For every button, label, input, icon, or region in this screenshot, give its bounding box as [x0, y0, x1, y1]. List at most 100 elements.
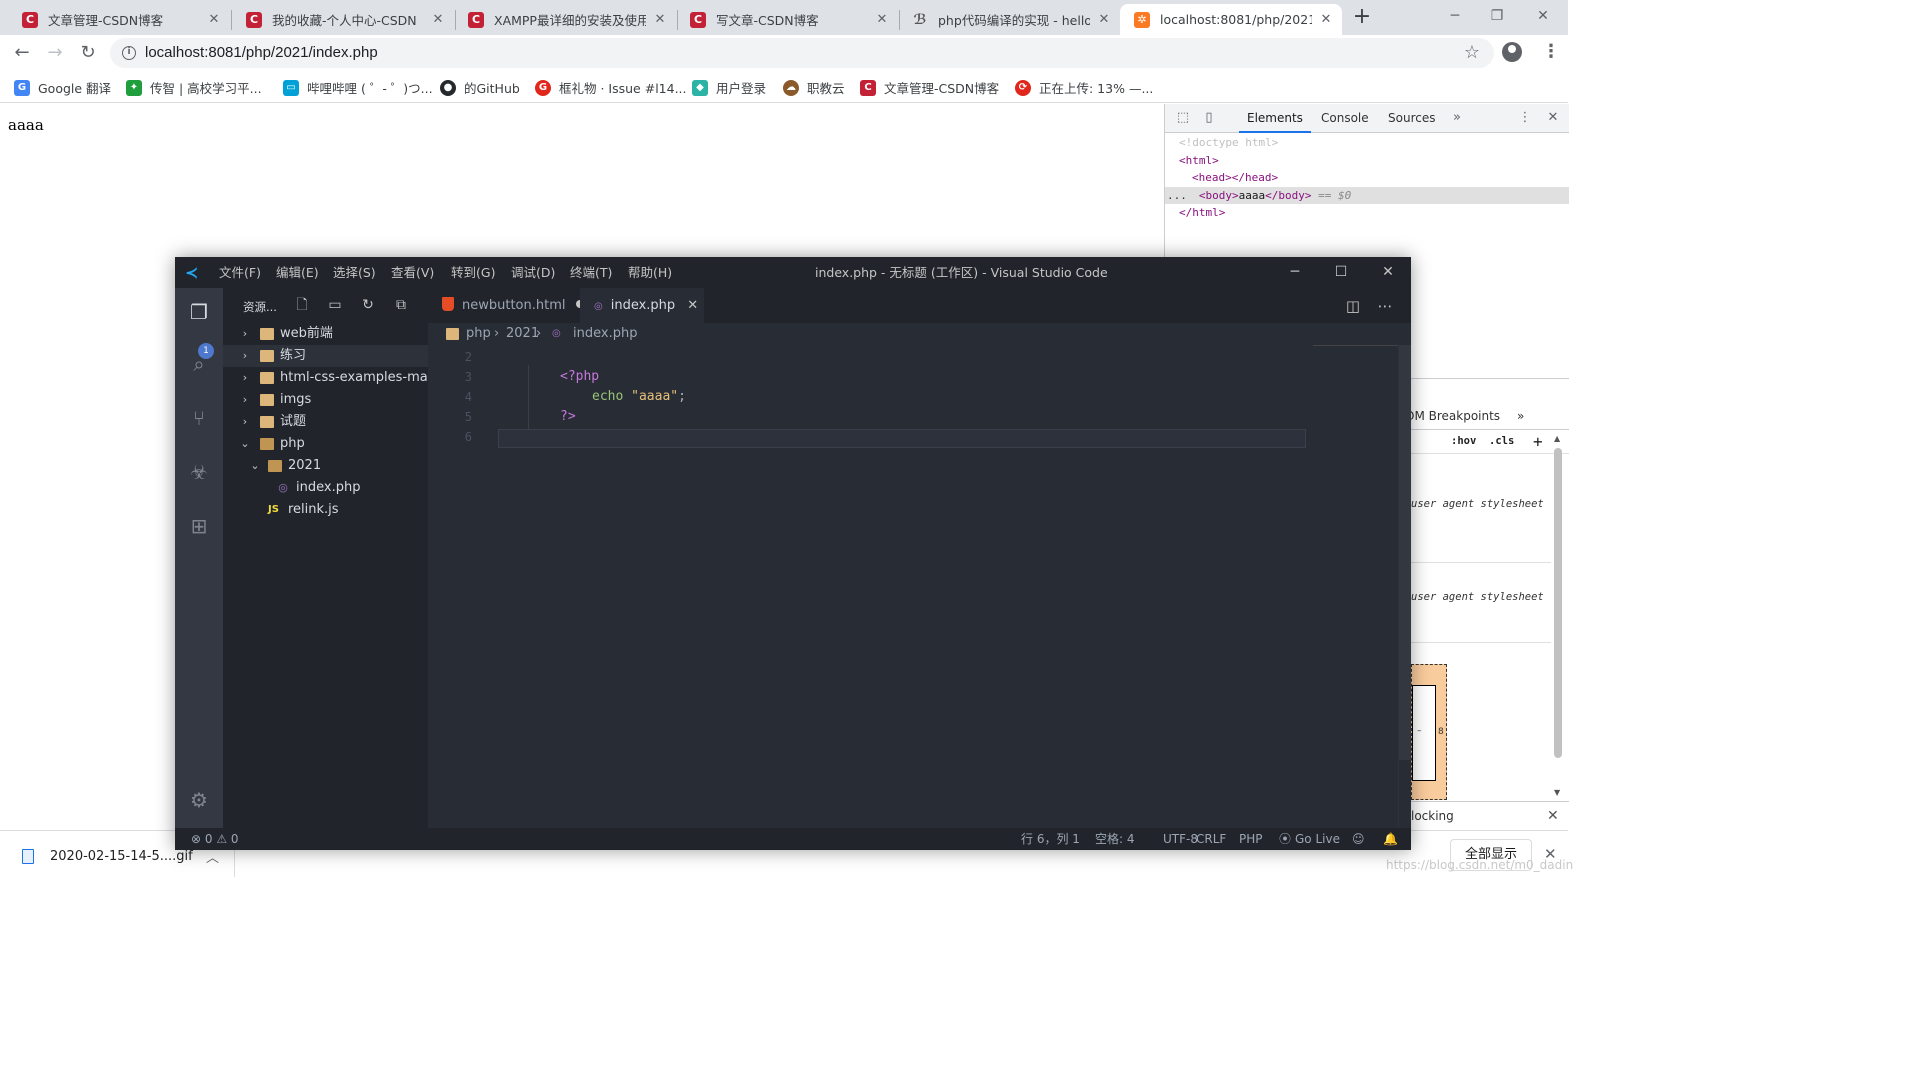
dom-doctype[interactable]: <!doctype html> — [1165, 134, 1569, 152]
browser-tab[interactable]: C XAMPP最详细的安装及使用 ✕ — [454, 4, 676, 35]
close-icon[interactable]: ✕ — [430, 12, 446, 27]
browser-tab[interactable]: C 文章管理-CSDN博客 ✕ — [8, 4, 230, 35]
dom-html-open[interactable]: <html> — [1165, 152, 1569, 170]
more-panes-icon[interactable]: » — [1517, 402, 1524, 430]
eol-setting[interactable]: CRLF — [1196, 828, 1226, 850]
tree-item-folder[interactable]: › 练习 — [223, 345, 428, 367]
download-file-name[interactable]: 2020-02-15-14-5....gif — [50, 849, 193, 864]
menu-debug[interactable]: 调试(D) — [511, 257, 555, 288]
styles-scrollbar[interactable]: ▲ ▼ — [1551, 434, 1565, 830]
vscode-minimize-icon[interactable]: ─ — [1272, 257, 1318, 288]
drawer-close-icon[interactable]: ✕ — [1547, 802, 1559, 830]
site-info-icon[interactable]: i — [122, 46, 136, 60]
close-icon[interactable]: ✕ — [652, 12, 668, 27]
close-icon[interactable]: ✕ — [206, 12, 222, 27]
browser-tab[interactable]: C 写文章-CSDN博客 ✕ — [676, 4, 898, 35]
profile-avatar-icon[interactable] — [1502, 42, 1522, 62]
tab-elements[interactable]: Elements — [1239, 104, 1311, 133]
tab-sources[interactable]: Sources — [1380, 104, 1443, 133]
debug-icon[interactable]: ☣ — [187, 460, 211, 484]
new-folder-icon[interactable]: ▭ — [326, 296, 344, 314]
tree-item-folder[interactable]: › 试题 — [223, 411, 428, 433]
bookmark-item[interactable]: G 框礼物 · Issue #l14... — [535, 78, 687, 97]
forward-arrow-icon[interactable]: → — [43, 41, 67, 65]
tree-item-file[interactable]: ◎ index.php — [223, 477, 428, 499]
tree-item-folder[interactable]: › imgs — [223, 389, 428, 411]
vscode-maximize-icon[interactable]: ☐ — [1318, 257, 1364, 288]
box-model-diagram[interactable]: – 8 — [1411, 664, 1447, 800]
address-url[interactable]: localhost:8081/php/2021/index.php — [145, 44, 378, 61]
menu-file[interactable]: 文件(F) — [219, 257, 261, 288]
menu-help[interactable]: 帮助(H) — [628, 257, 672, 288]
tab-close-icon[interactable]: ✕ — [687, 288, 698, 323]
add-rule-icon[interactable]: + — [1533, 432, 1543, 451]
scroll-down-icon[interactable]: ▼ — [1554, 788, 1560, 797]
browser-tab-active[interactable]: ✲ localhost:8081/php/2021/i ✕ — [1120, 4, 1342, 35]
close-icon[interactable]: ✕ — [874, 12, 890, 27]
split-editor-icon[interactable]: ◫ — [1343, 296, 1363, 316]
dom-breakpoints-tab[interactable]: OM Breakpoints » — [1405, 402, 1569, 430]
tree-item-folder[interactable]: ⌄ php — [223, 433, 428, 455]
bookmark-item[interactable]: ● 的GitHub — [440, 78, 520, 97]
new-file-icon[interactable]: 🗋 — [293, 296, 311, 314]
extensions-icon[interactable]: ⊞ — [187, 514, 211, 538]
menu-go[interactable]: 转到(G) — [451, 257, 495, 288]
close-icon[interactable]: ✕ — [1096, 12, 1112, 27]
feedback-icon[interactable]: ☺ — [1352, 828, 1365, 850]
dom-html-close[interactable]: </html> — [1165, 204, 1569, 222]
bookmark-item[interactable]: ◆ 用户登录 — [692, 78, 766, 97]
new-tab-button[interactable]: + — [1350, 6, 1374, 30]
bookmark-item[interactable]: ✦ 传智 | 高校学习平... — [126, 78, 262, 97]
more-tabs-icon[interactable]: » — [1449, 110, 1465, 126]
search-icon[interactable]: ⌕ — [187, 352, 211, 376]
devtools-menu-icon[interactable]: ⋮ — [1517, 110, 1533, 126]
problems-indicator[interactable]: ⊗ 0 ⚠ 0 — [191, 828, 239, 850]
bookmark-star-icon[interactable]: ☆ — [1464, 42, 1480, 63]
go-live-icon[interactable]: ⦿ — [1279, 828, 1291, 850]
maximize-icon[interactable]: ❐ — [1474, 0, 1520, 32]
minimize-icon[interactable]: ─ — [1432, 0, 1478, 32]
bookmark-item[interactable]: C 文章管理-CSDN博客 — [860, 78, 999, 97]
explorer-icon[interactable]: ❐ — [187, 300, 211, 324]
scroll-up-icon[interactable]: ▲ — [1554, 434, 1560, 443]
notifications-bell-icon[interactable]: 🔔 — [1383, 828, 1398, 850]
hov-toggle[interactable]: :hov — [1451, 435, 1476, 447]
scrollbar-thumb[interactable] — [1554, 448, 1562, 758]
bookmark-item[interactable]: ▭ 哔哩哔哩 ( ゜- ゜)つ... — [283, 78, 433, 97]
editor-tab-index-php[interactable]: ◎ index.php ✕ — [580, 288, 704, 323]
refresh-icon[interactable]: ↻ — [359, 296, 377, 314]
menu-terminal[interactable]: 终端(T) — [570, 257, 612, 288]
reload-icon[interactable]: ↻ — [76, 41, 100, 65]
menu-view[interactable]: 查看(V) — [391, 257, 434, 288]
tree-item-file[interactable]: JS relink.js — [223, 499, 428, 521]
cursor-position[interactable]: 行 6，列 1 — [1021, 828, 1080, 850]
window-close-icon[interactable]: ✕ — [1520, 0, 1566, 32]
collapse-all-icon[interactable]: ⧉ — [392, 296, 410, 314]
chrome-menu-icon[interactable]: ⋮ — [1542, 41, 1560, 62]
tree-item-folder[interactable]: › html-css-examples-ma... — [223, 367, 440, 389]
dom-body[interactable]: ... <body>aaaa</body> == $0 — [1165, 186, 1569, 204]
address-bar[interactable]: i localhost:8081/php/2021/index.php ☆ — [110, 38, 1494, 68]
language-mode[interactable]: PHP — [1239, 828, 1263, 850]
indentation-setting[interactable]: 空格: 4 — [1095, 828, 1135, 850]
bookmark-item[interactable]: ⟳ 正在上传: 13% —... — [1015, 78, 1153, 97]
breadcrumb-item[interactable]: index.php — [573, 323, 637, 345]
go-live-button[interactable]: Go Live — [1295, 828, 1340, 850]
editor-tab-newbutton[interactable]: newbutton.html — [428, 288, 584, 323]
back-arrow-icon[interactable]: ← — [10, 41, 34, 65]
dom-head[interactable]: <head></head> — [1165, 169, 1569, 187]
settings-gear-icon[interactable]: ⚙ — [187, 788, 211, 812]
editor-scrollbar[interactable] — [1398, 345, 1411, 828]
vscode-close-icon[interactable]: ✕ — [1365, 257, 1411, 288]
editor-scrollbar-thumb[interactable] — [1399, 345, 1411, 760]
device-toggle-icon[interactable]: ▯ — [1201, 110, 1217, 126]
encoding-setting[interactable]: UTF-8 — [1163, 828, 1198, 850]
breadcrumb-item[interactable]: 2021 — [506, 323, 539, 345]
cls-toggle[interactable]: .cls — [1489, 435, 1514, 447]
more-actions-icon[interactable]: ⋯ — [1375, 296, 1395, 316]
bookmark-item[interactable]: ☁ 职教云 — [783, 78, 845, 97]
menu-edit[interactable]: 编辑(E) — [276, 257, 319, 288]
inspect-element-icon[interactable]: ⬚ — [1175, 110, 1191, 126]
bookmark-item[interactable]: G Google 翻译 — [14, 78, 111, 97]
browser-tab[interactable]: C 我的收藏-个人中心-CSDN ✕ — [232, 4, 454, 35]
